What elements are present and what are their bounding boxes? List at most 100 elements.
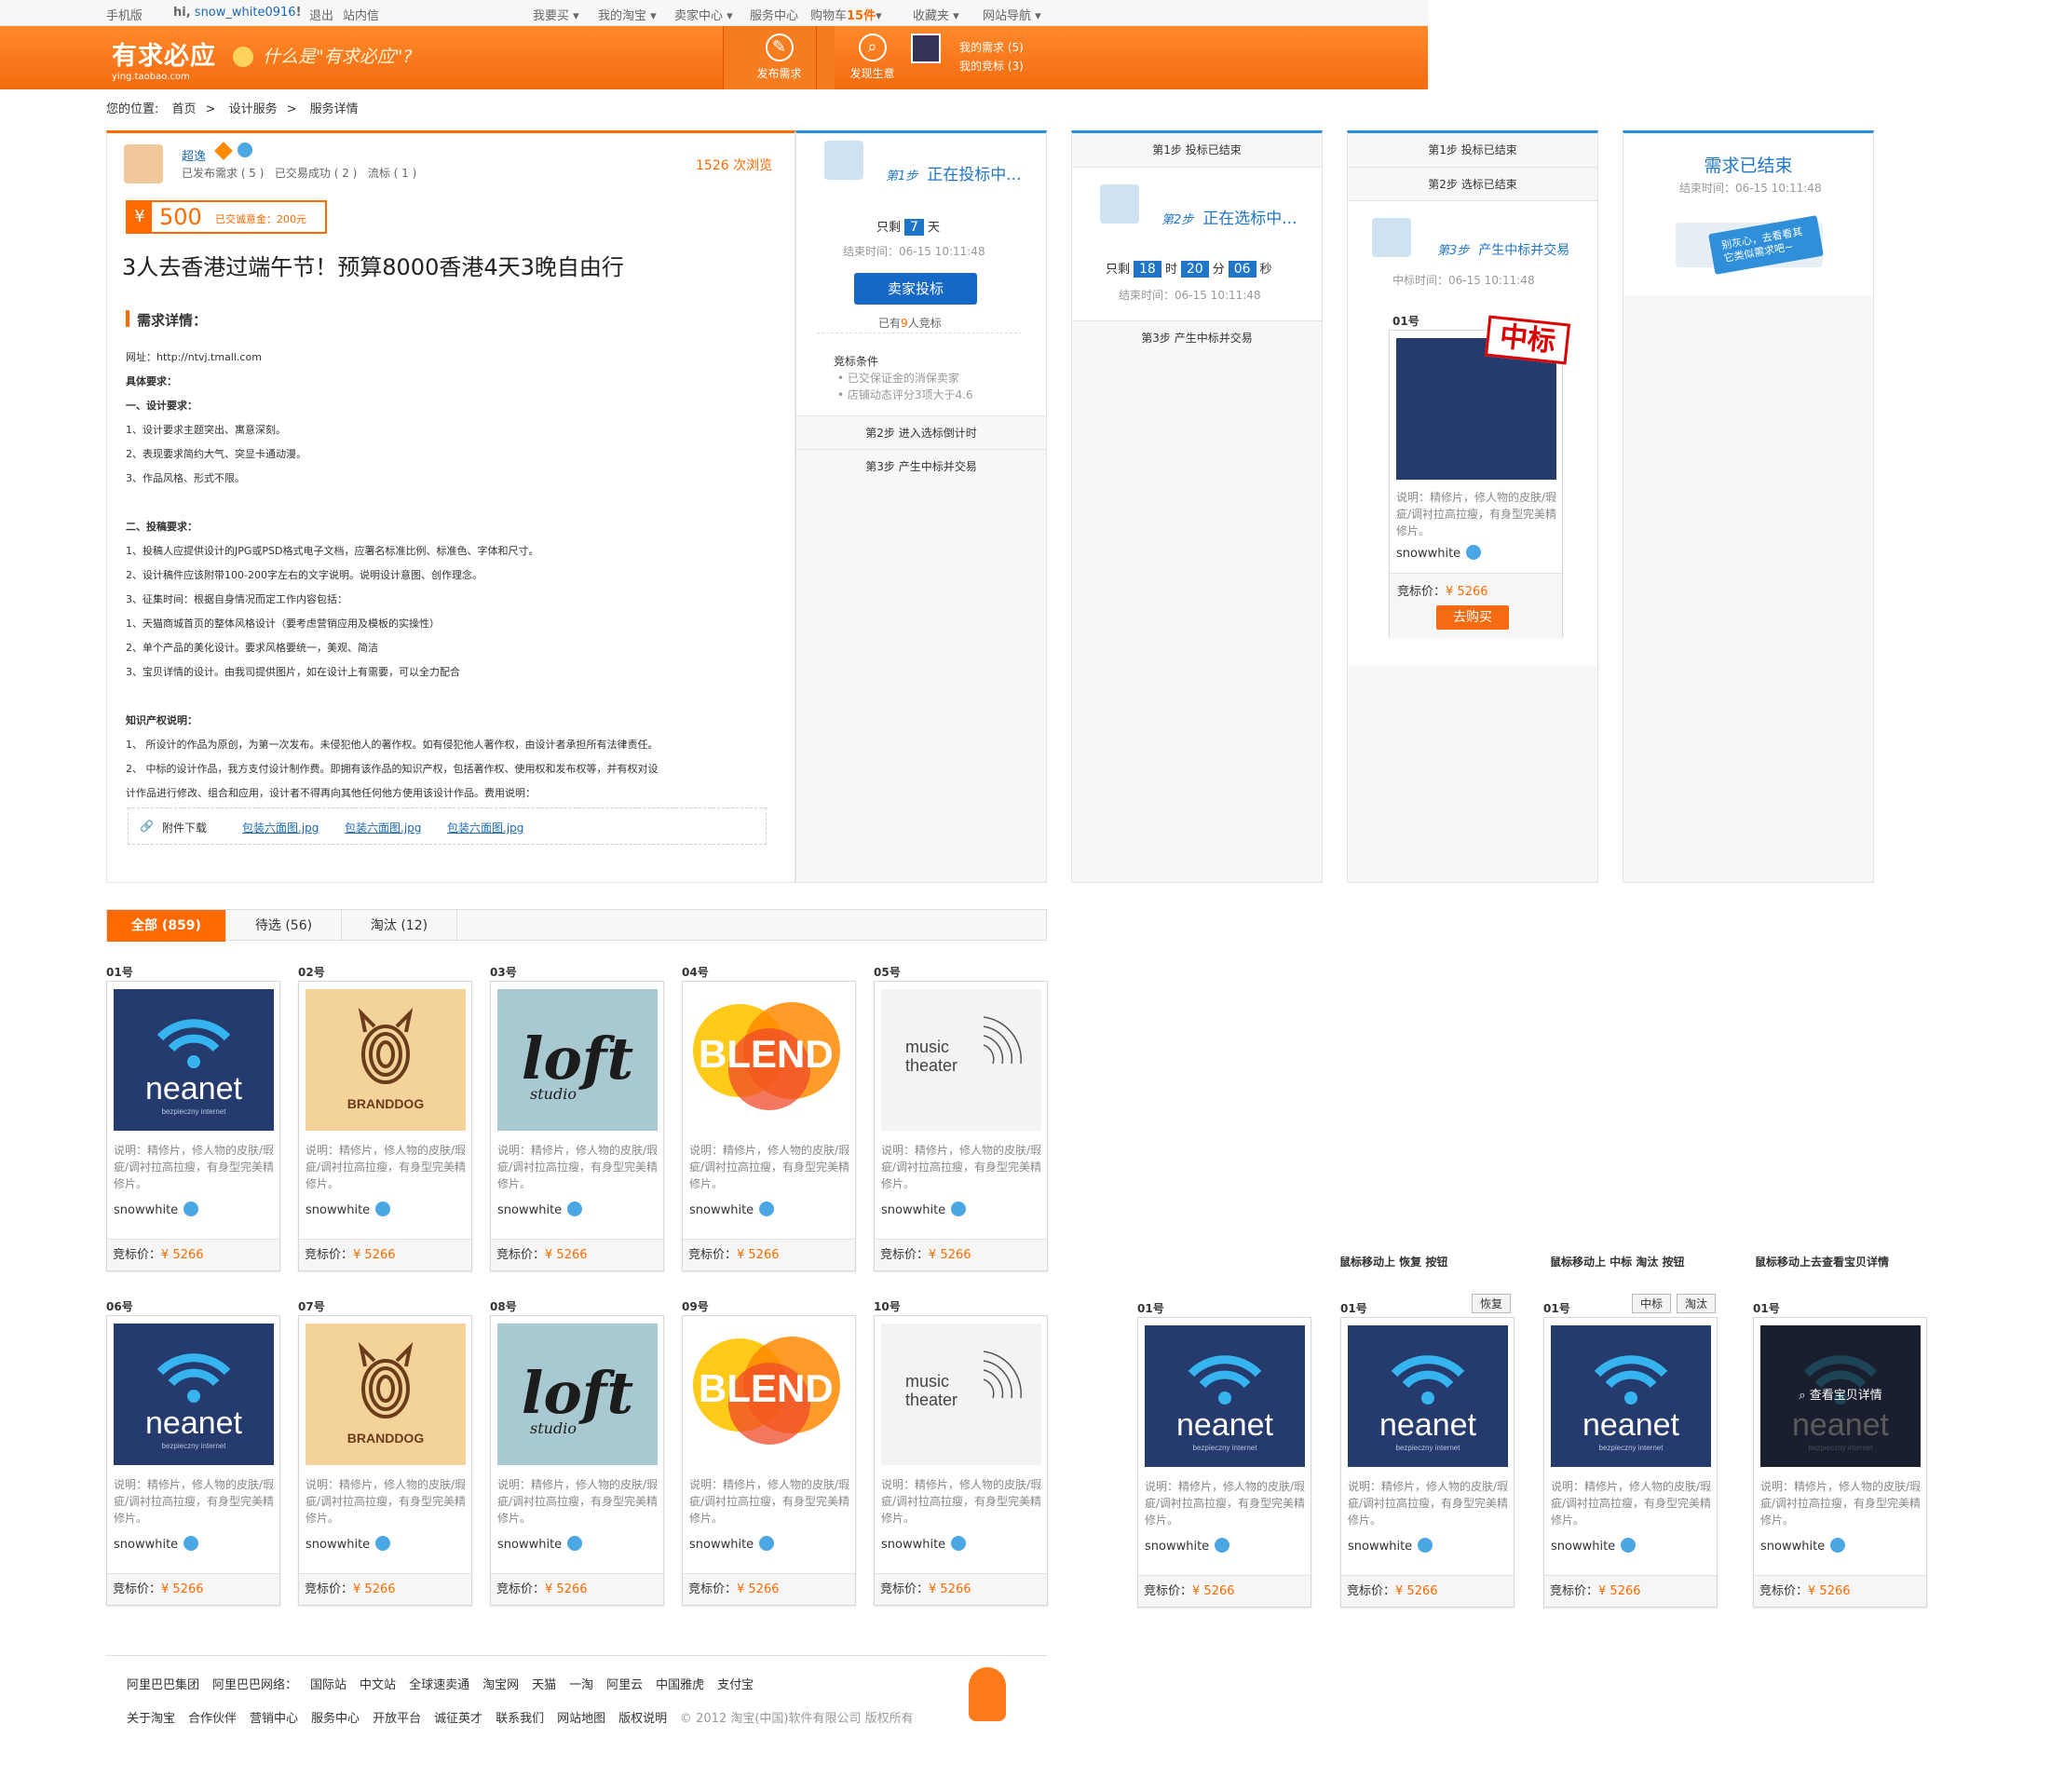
messages-link[interactable]: 站内信 bbox=[343, 6, 379, 23]
card-image[interactable]: music theater bbox=[881, 989, 1041, 1131]
logout-link[interactable]: 退出 bbox=[309, 6, 333, 23]
card-user[interactable]: snowwhite bbox=[881, 1536, 967, 1552]
footer-link[interactable]: 阿里巴巴集团 bbox=[127, 1678, 199, 1692]
my-bids-link[interactable]: 我的竞标 (3) bbox=[959, 58, 1024, 74]
footer-link[interactable]: 服务中心 bbox=[311, 1712, 360, 1726]
bid-card[interactable]: neanet bezpieczny internet 说明：精修片，修人物的皮肤/瑕… bbox=[106, 981, 280, 1271]
footer-link[interactable]: 诚征英才 bbox=[434, 1712, 482, 1726]
footer-link[interactable]: 关于淘宝 bbox=[127, 1712, 175, 1726]
bid-card[interactable]: neanetbezpieczny internet⌕ 查看宝贝详情说明：精修片，… bbox=[1753, 1317, 1927, 1608]
card-user[interactable]: snowwhite bbox=[497, 1201, 583, 1217]
wangwang-icon[interactable] bbox=[238, 143, 252, 157]
bid-card[interactable]: neanet bezpieczny internet 说明：精修片，修人物的皮肤/瑕… bbox=[1543, 1317, 1718, 1608]
card-user[interactable]: snowwhite bbox=[1348, 1538, 1433, 1554]
wangwang-icon[interactable] bbox=[1418, 1538, 1433, 1553]
card-user[interactable]: snowwhite bbox=[689, 1201, 775, 1217]
footer-link[interactable]: 合作伙伴 bbox=[188, 1712, 237, 1726]
avatar[interactable] bbox=[911, 34, 941, 63]
card-image[interactable]: BRANDDOG bbox=[306, 989, 466, 1131]
bid-card[interactable]: neanet bezpieczny internet 说明：精修片，修人物的皮肤/瑕… bbox=[1340, 1317, 1514, 1608]
wangwang-icon[interactable] bbox=[567, 1201, 583, 1216]
wangwang-icon[interactable] bbox=[759, 1201, 775, 1216]
slogan[interactable]: 什么是"有求必应"? bbox=[263, 43, 413, 68]
username-link[interactable]: snow_white0916 bbox=[195, 6, 296, 20]
wangwang-icon[interactable] bbox=[951, 1536, 967, 1551]
card-image[interactable]: BLEND bbox=[689, 989, 849, 1131]
card-image[interactable]: music theater bbox=[881, 1324, 1041, 1465]
seller-menu[interactable]: 卖家中心 ▾ bbox=[674, 6, 733, 23]
tab-pending[interactable]: 待选 (56) bbox=[226, 910, 342, 942]
attachment-link[interactable]: 包装六面图.jpg bbox=[447, 820, 523, 835]
card-image[interactable]: neanetbezpieczny internet bbox=[114, 1324, 274, 1465]
bid-card[interactable]: neanet bezpieczny internet 说明：精修片，修人物的皮肤/瑕… bbox=[106, 1315, 280, 1606]
wangwang-icon[interactable] bbox=[951, 1201, 967, 1216]
wangwang-icon[interactable] bbox=[1621, 1538, 1637, 1553]
footer-link[interactable]: 开放平台 bbox=[373, 1712, 421, 1726]
bid-card[interactable]: BRANDDOG 说明：精修片，修人物的皮肤/瑕疵/调衬拉高拉瘦，有身型完美精修片… bbox=[298, 1315, 472, 1606]
card-user[interactable]: snowwhite bbox=[497, 1536, 583, 1552]
poster-avatar[interactable] bbox=[124, 144, 163, 183]
wangwang-icon[interactable] bbox=[375, 1201, 391, 1216]
attachment-link[interactable]: 包装六面图.jpg bbox=[242, 820, 319, 835]
buy-button[interactable]: 去购买 bbox=[1436, 605, 1509, 630]
footer-link[interactable]: 联系我们 bbox=[496, 1712, 544, 1726]
site-logo[interactable]: 有求必应 ying.taobao.com bbox=[112, 35, 216, 82]
footer-link[interactable]: 网站地图 bbox=[557, 1712, 605, 1726]
reject-button[interactable]: 淘汰 bbox=[1677, 1294, 1717, 1313]
my-needs-link[interactable]: 我的需求 (5) bbox=[959, 39, 1024, 55]
service-menu[interactable]: 服务中心 bbox=[750, 6, 798, 23]
card-user[interactable]: snowwhite bbox=[306, 1201, 391, 1217]
card-user[interactable]: snowwhite bbox=[881, 1201, 967, 1217]
footer-link[interactable]: 营销中心 bbox=[250, 1712, 298, 1726]
wangwang-icon[interactable] bbox=[567, 1536, 583, 1551]
win-button[interactable]: 中标 bbox=[1632, 1294, 1672, 1313]
footer-link[interactable]: 一淘 bbox=[569, 1678, 593, 1692]
view-detail-overlay[interactable]: ⌕ 查看宝贝详情 bbox=[1760, 1325, 1921, 1467]
tab-rejected[interactable]: 淘汰 (12) bbox=[342, 910, 457, 942]
mytaobao-menu[interactable]: 我的淘宝 ▾ bbox=[598, 6, 657, 23]
play-icon[interactable] bbox=[233, 47, 253, 67]
restore-button[interactable]: 恢复 bbox=[1472, 1294, 1512, 1313]
cart-menu[interactable]: 购物车15件▾ bbox=[810, 6, 882, 23]
footer-link[interactable]: 阿里云 bbox=[606, 1678, 643, 1692]
card-user[interactable]: snowwhite bbox=[114, 1536, 199, 1552]
tab-all[interactable]: 全部 (859) bbox=[107, 910, 226, 942]
footer-link[interactable]: 国际站 bbox=[310, 1678, 346, 1692]
card-image[interactable]: BRANDDOG bbox=[306, 1324, 466, 1465]
poster-name[interactable]: 超逸 bbox=[182, 146, 206, 164]
card-user[interactable]: snowwhite bbox=[1551, 1538, 1637, 1554]
sitenav-menu[interactable]: 网站导航 ▾ bbox=[983, 6, 1041, 23]
card-image[interactable]: neanetbezpieczny internet bbox=[1551, 1325, 1711, 1467]
wangwang-icon[interactable] bbox=[183, 1201, 199, 1216]
bid-card[interactable]: music theater 说明：精修片，修人物的皮肤/瑕疵/调衬拉高拉瘦，有身型完… bbox=[874, 1315, 1048, 1606]
wangwang-icon[interactable] bbox=[1215, 1538, 1230, 1553]
similar-banner[interactable]: 别灰心，去看看其它类似需求吧~ bbox=[1676, 215, 1824, 275]
card-image[interactable]: neanetbezpieczny internet bbox=[1348, 1325, 1508, 1467]
card-user[interactable]: snowwhite bbox=[114, 1201, 199, 1217]
wangwang-icon[interactable] bbox=[1466, 545, 1482, 560]
card-image[interactable]: BLEND bbox=[689, 1324, 849, 1465]
footer-link[interactable]: 中国雅虎 bbox=[656, 1678, 704, 1692]
similar-banner-text[interactable]: 别灰心，去看看其它类似需求吧~ bbox=[1708, 215, 1824, 275]
mobile-link[interactable]: 手机版 bbox=[106, 6, 143, 23]
card-user[interactable]: snowwhite bbox=[1396, 545, 1482, 561]
bid-card[interactable]: loft studio 说明：精修片，修人物的皮肤/瑕疵/调衬拉高拉瘦，有身型完美精… bbox=[490, 981, 664, 1271]
breadcrumb-home[interactable]: 首页 bbox=[172, 102, 197, 116]
footer-link[interactable]: 阿里巴巴网络： bbox=[212, 1678, 297, 1692]
card-user[interactable]: snowwhite bbox=[1760, 1538, 1846, 1554]
card-image[interactable]: neanetbezpieczny internet bbox=[1145, 1325, 1305, 1467]
footer-link[interactable]: 版权说明 bbox=[618, 1712, 667, 1726]
footer-link[interactable]: 天猫 bbox=[532, 1678, 556, 1692]
bid-card[interactable]: music theater 说明：精修片，修人物的皮肤/瑕疵/调衬拉高拉瘦，有身型完… bbox=[874, 981, 1048, 1271]
wangwang-icon[interactable] bbox=[183, 1536, 199, 1551]
card-image[interactable]: neanetbezpieczny internet bbox=[114, 989, 274, 1131]
card-user[interactable]: snowwhite bbox=[1145, 1538, 1230, 1554]
footer-link[interactable]: 淘宝网 bbox=[482, 1678, 519, 1692]
wangwang-icon[interactable] bbox=[375, 1536, 391, 1551]
wangwang-icon[interactable] bbox=[1830, 1538, 1846, 1553]
card-image[interactable]: loft studio bbox=[497, 1324, 658, 1465]
wangwang-icon[interactable] bbox=[759, 1536, 775, 1551]
footer-link[interactable]: 支付宝 bbox=[717, 1678, 754, 1692]
favorites-menu[interactable]: 收藏夹 ▾ bbox=[913, 6, 959, 23]
card-image[interactable]: loft studio bbox=[497, 989, 658, 1131]
